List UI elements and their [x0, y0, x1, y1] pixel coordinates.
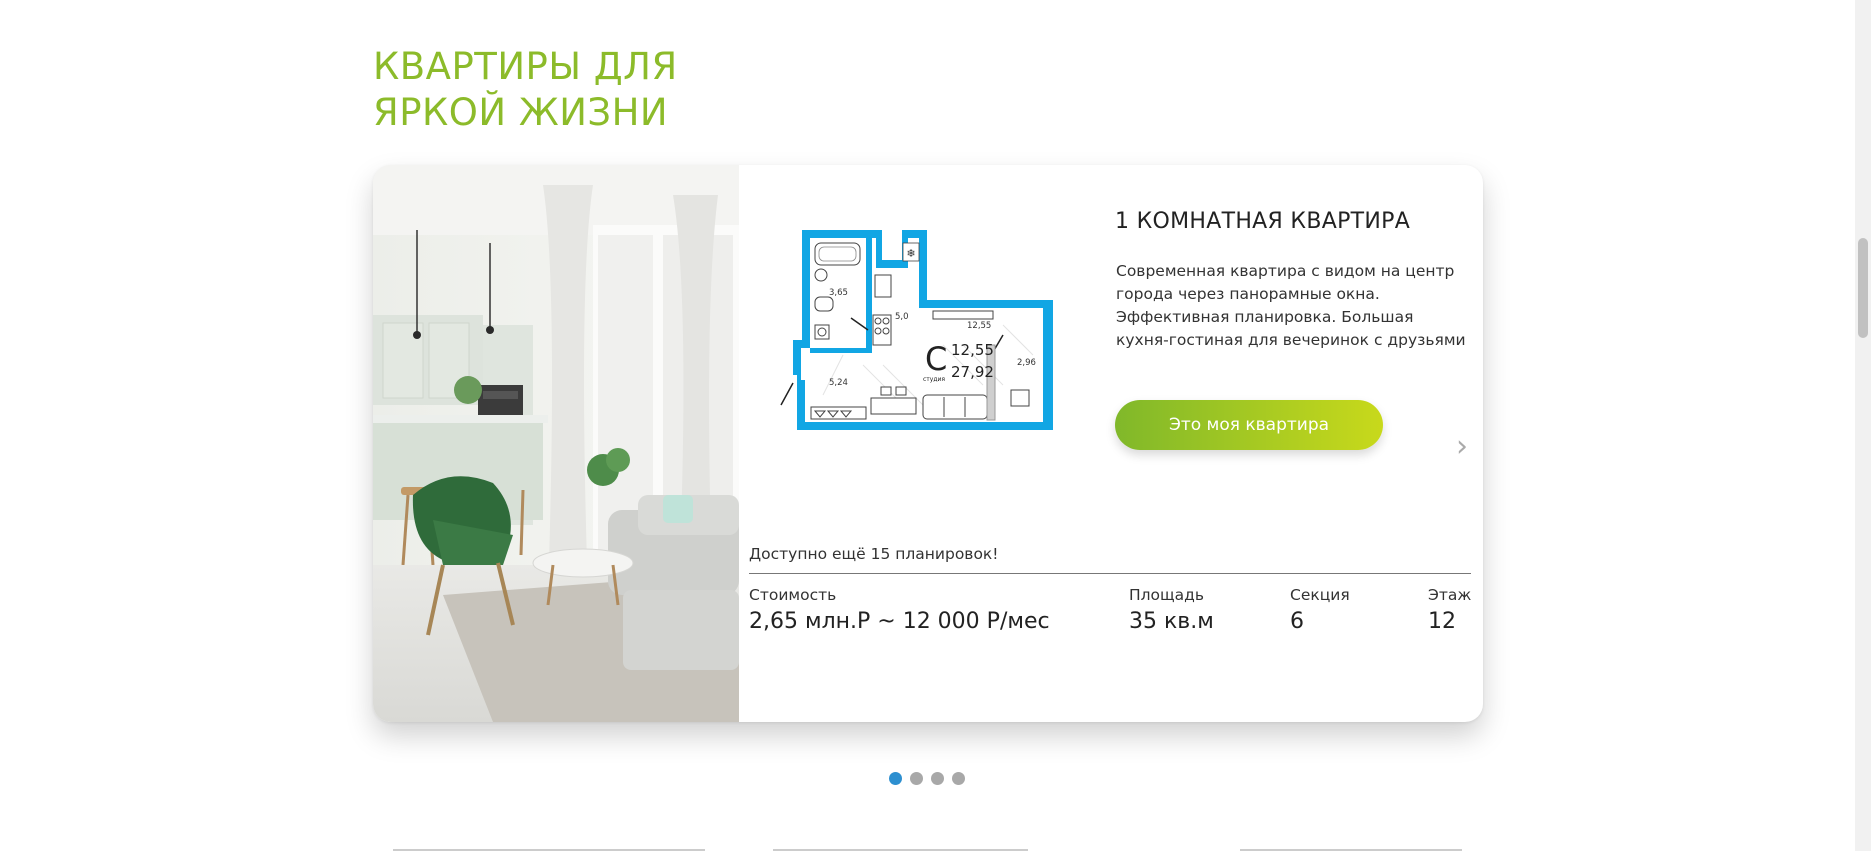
plan-label-kitchen: 5,0 — [895, 312, 909, 322]
scrollbar-thumb[interactable] — [1858, 238, 1868, 338]
slider-dot-2[interactable] — [910, 772, 923, 785]
section-title: КВАРТИРЫ ДЛЯ ЯРКОЙ ЖИЗНИ — [373, 44, 678, 136]
stat-area-label: Площадь — [1129, 586, 1204, 604]
section-title-line-2: ЯРКОЙ ЖИЗНИ — [373, 91, 669, 134]
plan-label-hall: 5,24 — [829, 378, 848, 388]
stat-price-value: 2,65 млн.Р ~ 12 000 Р/мес — [749, 609, 1050, 634]
available-layouts-text: Доступно ещё 15 планировок! — [749, 545, 999, 563]
stat-floor-label: Этаж — [1428, 586, 1472, 604]
stat-floor-value: 12 — [1428, 609, 1456, 634]
apartment-card: ❄ 3,65 5,0 12,55 5,24 2,96 С студия 12,5… — [373, 165, 1483, 722]
apartment-description: Современная квартира с видом на центр го… — [1116, 262, 1466, 349]
interior-photo — [373, 165, 739, 722]
slider-dot-1[interactable] — [889, 772, 902, 785]
stat-section-label: Секция — [1290, 586, 1350, 604]
plan-type-letter: С — [925, 340, 947, 378]
stat-floor: Этаж 12 — [1428, 585, 1471, 634]
next-slide-arrow-icon[interactable]: › — [1456, 432, 1468, 462]
svg-text:❄: ❄ — [906, 247, 915, 260]
slider-pagination — [889, 772, 965, 785]
section-title-line-1: КВАРТИРЫ ДЛЯ — [373, 45, 678, 88]
plan-total-area: 27,92 — [951, 363, 994, 381]
select-apartment-button[interactable]: Это моя квартира — [1115, 400, 1383, 450]
page-scrollbar[interactable] — [1855, 0, 1871, 851]
stat-section: Секция 6 — [1290, 585, 1350, 634]
floor-plan: ❄ 3,65 5,0 12,55 5,24 2,96 С студия 12,5… — [780, 230, 1053, 430]
stat-price: Стоимость 2,65 млн.Р ~ 12 000 Р/мес — [749, 585, 1050, 634]
stats-divider — [749, 573, 1471, 574]
stat-area: Площадь 35 кв.м — [1129, 585, 1214, 634]
slider-dot-4[interactable] — [952, 772, 965, 785]
slider-dot-3[interactable] — [931, 772, 944, 785]
plan-label-balcony: 2,96 — [1017, 358, 1036, 368]
stat-area-value: 35 кв.м — [1129, 609, 1214, 634]
plan-label-room: 12,55 — [967, 321, 991, 331]
plan-living-area: 12,55 — [951, 341, 994, 359]
plan-type-caption: студия — [923, 376, 945, 383]
stat-price-label: Стоимость — [749, 586, 837, 604]
stat-section-value: 6 — [1290, 609, 1304, 634]
apartment-title: 1 КОМНАТНАЯ КВАРТИРА — [1115, 209, 1411, 234]
plan-label-bathroom: 3,65 — [829, 288, 848, 298]
